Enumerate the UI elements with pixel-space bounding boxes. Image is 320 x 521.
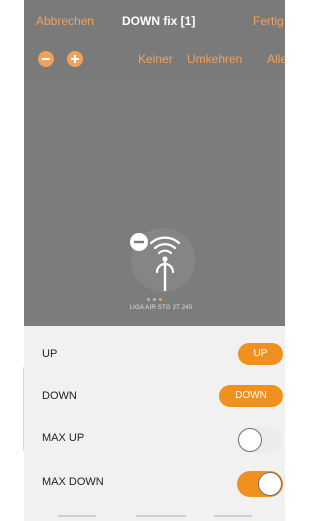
remove-device-icon[interactable] [127,228,197,298]
indicator-bar [136,515,186,517]
zoom-out-button[interactable] [38,51,54,67]
row-label: UP [42,348,58,360]
minus-icon [42,58,50,60]
page-indicator [147,298,177,302]
selection-toolbar: Keiner Umkehren Alle [24,44,285,76]
down-button[interactable]: DOWN [219,385,283,407]
done-button[interactable]: Fertig [253,14,284,28]
indicator-bar [58,515,96,517]
page-title: DOWN fix [1] [122,14,196,28]
page-dot-active [159,298,162,301]
select-none-button[interactable]: Keiner [138,52,173,66]
toggle-knob [238,428,262,452]
row-max-down: MAX DOWN [24,460,285,504]
select-all-button[interactable]: Alle [267,52,285,66]
toggle-knob [258,472,282,496]
row-up: UP UP [24,332,285,376]
device-canvas: LIGA AIR STG 2T 240 [24,76,285,326]
row-label: MAX UP [42,432,85,444]
device-label: LIGA AIR STG 2T 240 [129,305,193,311]
zoom-in-button[interactable] [67,51,83,67]
max-down-toggle[interactable] [237,471,283,497]
cancel-button[interactable]: Abbrechen [36,14,94,28]
device-node[interactable] [127,228,197,298]
screen: Abbrechen DOWN fix [1] Fertig Keiner Umk… [24,0,285,521]
row-label: MAX DOWN [42,476,104,488]
row-label: DOWN [42,390,77,402]
page-dot [153,298,156,301]
up-button[interactable]: UP [238,343,283,365]
indicator-bar [214,515,252,517]
row-max-up: MAX UP [24,416,285,460]
max-up-toggle[interactable] [237,427,283,453]
page-dot [147,298,150,301]
command-list: UP UP DOWN DOWN MAX UP MAX DOWN [24,326,285,521]
navigation-bar: Abbrechen DOWN fix [1] Fertig [24,0,285,44]
row-down: DOWN DOWN [24,374,285,418]
invert-selection-button[interactable]: Umkehren [187,52,242,66]
